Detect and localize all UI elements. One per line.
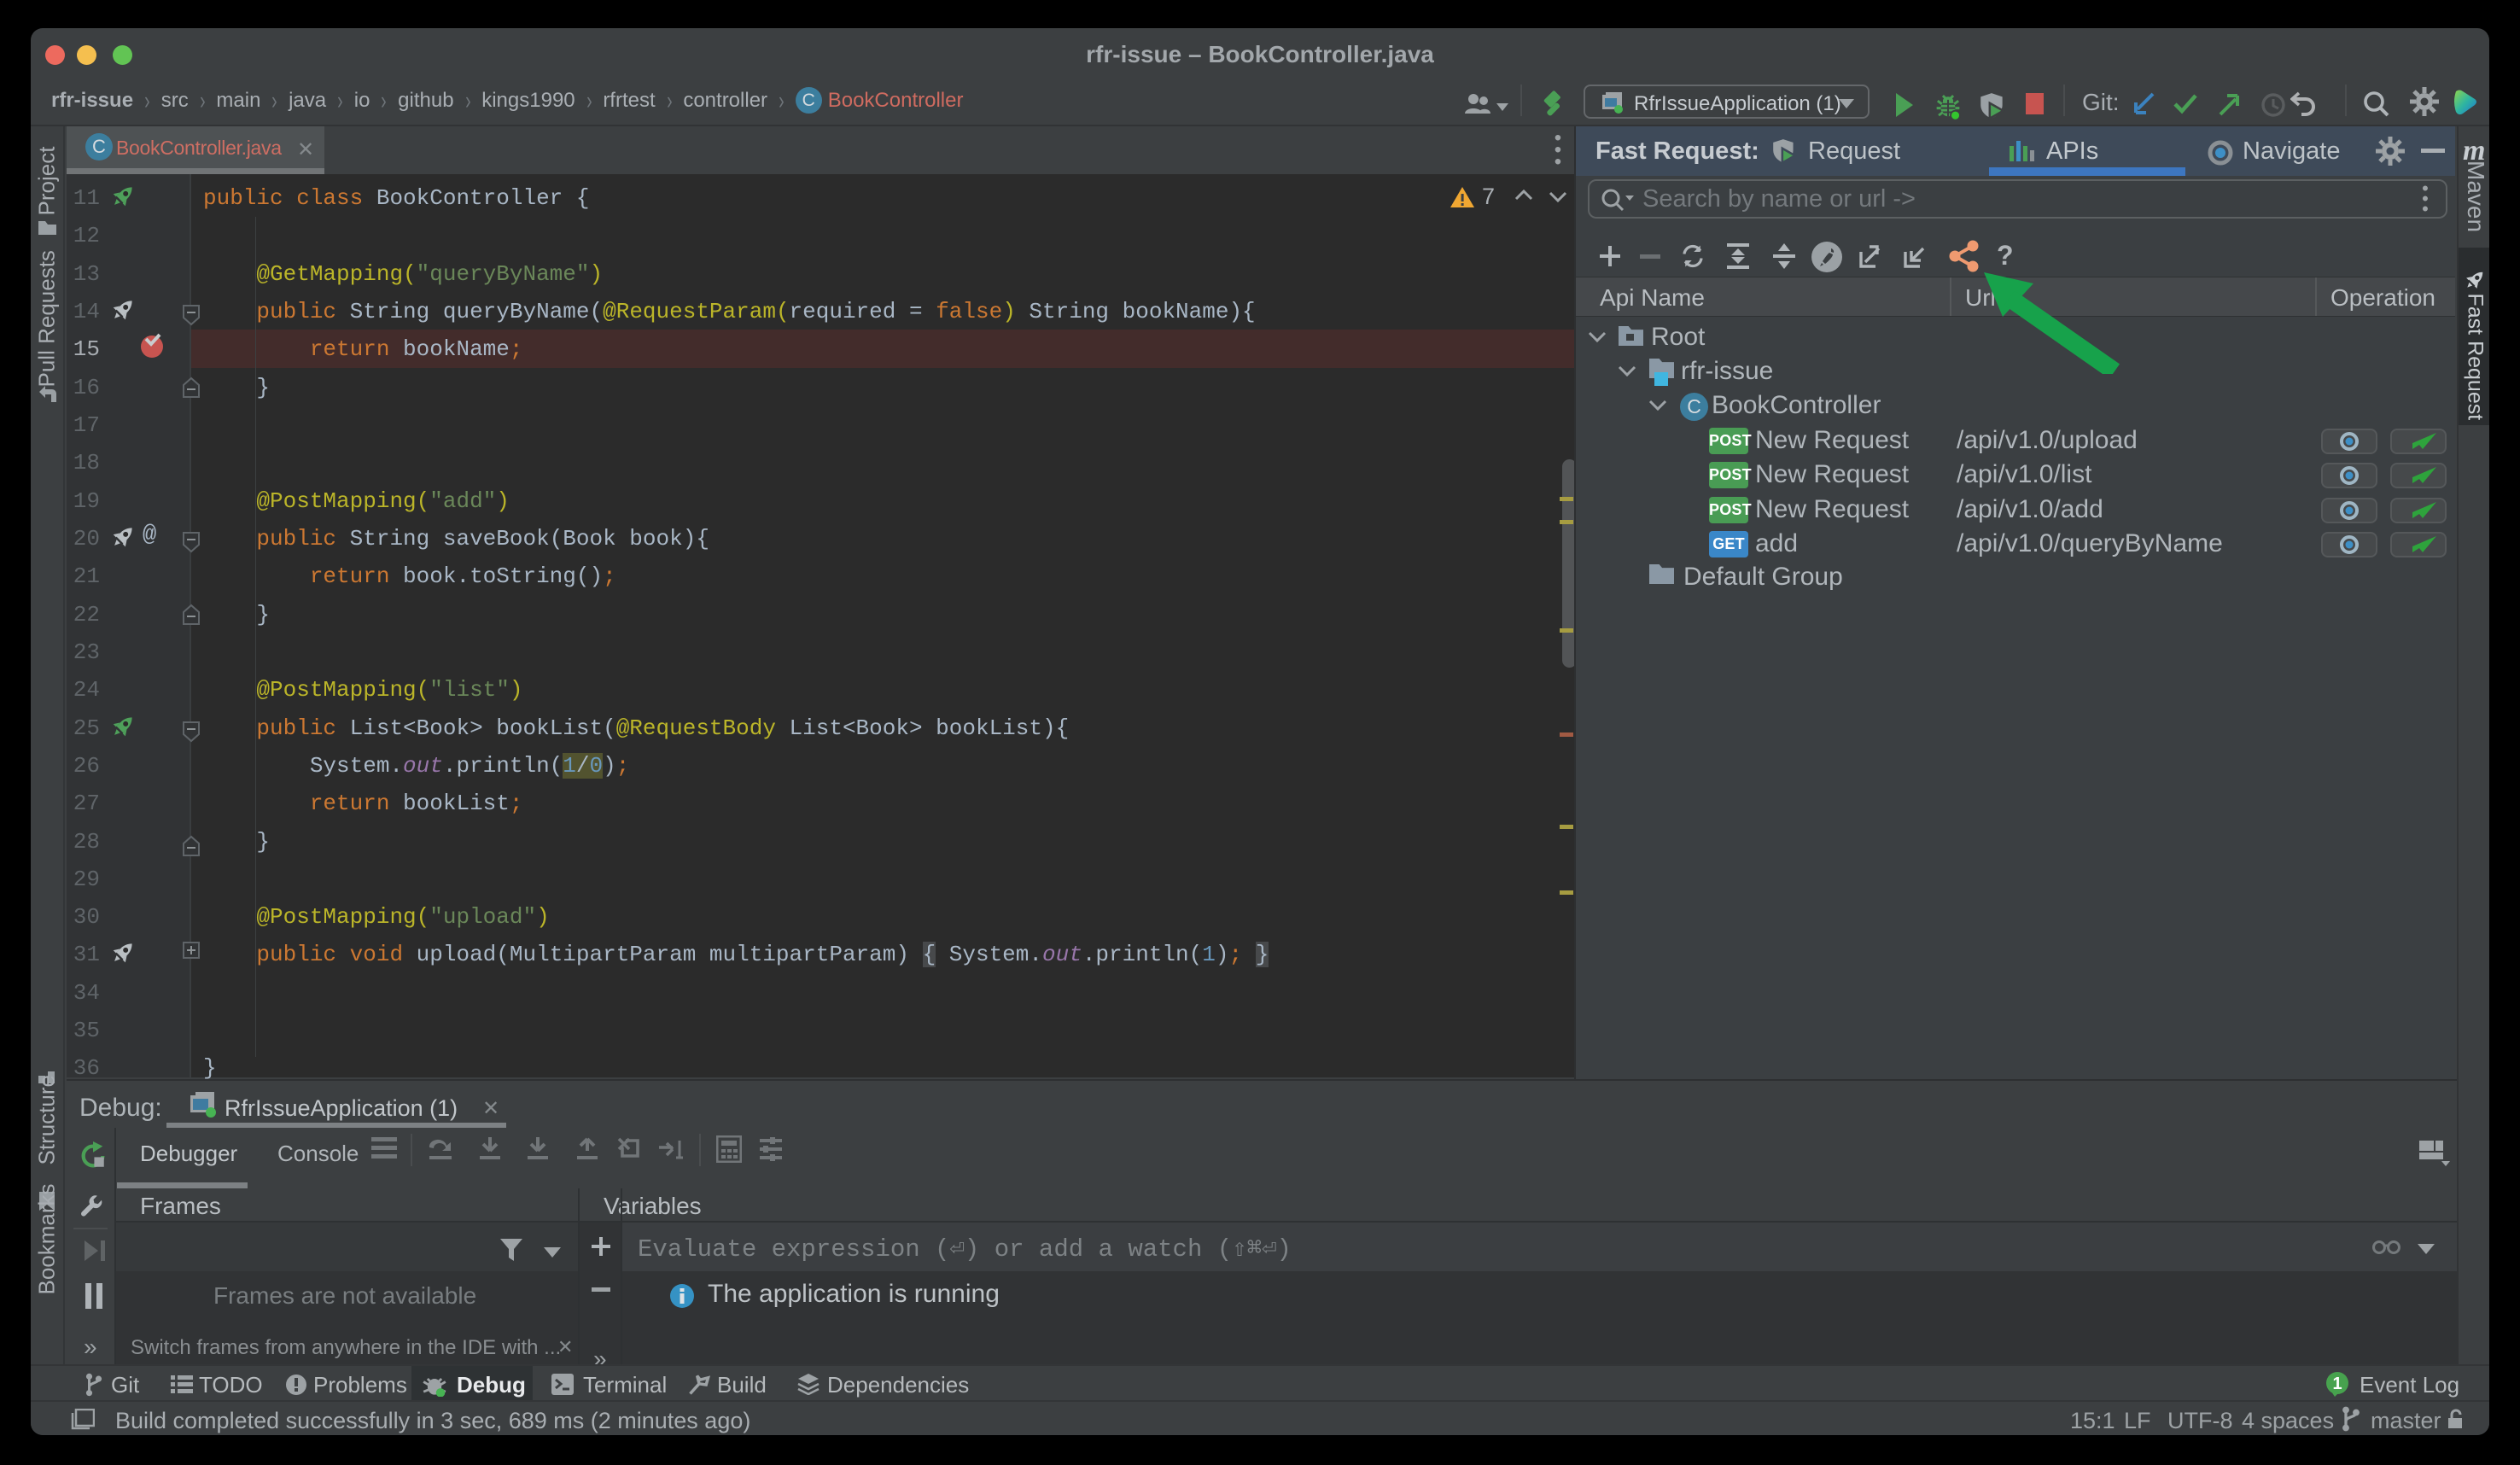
- svg-text:1: 1: [2332, 1375, 2342, 1393]
